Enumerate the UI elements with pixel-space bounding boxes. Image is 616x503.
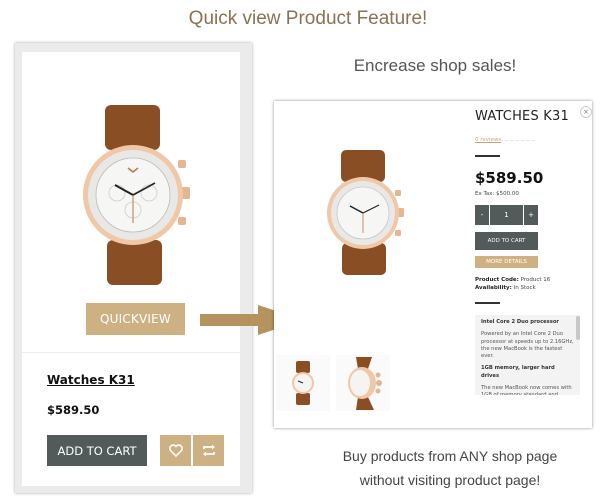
compare-button[interactable] <box>193 435 224 466</box>
quickview-price: $589.50 <box>475 169 544 187</box>
quickview-add-to-cart-button[interactable]: ADD TO CART <box>475 232 538 250</box>
watch-side-thumb <box>348 357 382 410</box>
product-price: $589.50 <box>47 403 100 417</box>
product-code-label: Product Code: <box>475 277 519 283</box>
quantity-increase-button[interactable]: + <box>524 205 538 225</box>
footer-line-2: without visiting product page! <box>359 472 541 488</box>
close-icon[interactable]: × <box>580 106 592 118</box>
page-headline: Quick view Product Feature! <box>188 8 428 29</box>
reviews-divider <box>500 140 535 141</box>
description-paragraph: Powered by an Intel Core 2 Duo processor… <box>481 331 574 360</box>
more-details-button[interactable]: MORE DETAILS <box>475 256 538 268</box>
title-rule <box>475 155 500 157</box>
card-divider <box>22 352 240 353</box>
meta-rule <box>475 302 500 304</box>
quickview-title: WATCHES K31 <box>475 109 569 124</box>
description-heading: Intel Core 2 Duo processor <box>481 319 559 325</box>
product-name-link[interactable]: Watches K31 <box>47 373 135 387</box>
watch-front-thumb <box>292 361 314 405</box>
description-panel[interactable]: Intel Core 2 Duo processor Powered by an… <box>475 315 580 395</box>
product-code-value: Product 16 <box>520 277 551 283</box>
compare-arrows-icon <box>202 444 215 457</box>
quickview-main-image <box>327 150 404 275</box>
description-heading: 1GB memory, larger hard drives <box>481 365 555 379</box>
thumbnail-side[interactable] <box>336 355 390 411</box>
quickview-button[interactable]: QUICKVIEW <box>86 303 185 335</box>
product-code: Product Code: Product 16 <box>475 277 550 283</box>
footer-caption: Buy products from ANY shop page without … <box>300 444 600 492</box>
thumbnail-front[interactable] <box>276 355 330 411</box>
quantity-decrease-button[interactable]: - <box>475 205 489 225</box>
availability-value: In Stock <box>513 285 536 291</box>
quantity-input[interactable] <box>490 205 523 225</box>
wishlist-button[interactable] <box>160 435 191 466</box>
ex-tax-label: Ex Tax: $500.00 <box>475 191 519 197</box>
add-to-cart-button[interactable]: ADD TO CART <box>47 435 147 466</box>
watch-front-icon <box>83 105 190 285</box>
reviews-link[interactable]: 0 reviews <box>475 137 501 143</box>
availability: Availability: In Stock <box>475 285 536 291</box>
heart-icon <box>168 444 183 457</box>
subheadline: Encrease shop sales! <box>353 56 517 75</box>
description-paragraph: The new MacBook now comes with 1GB of me… <box>481 385 572 395</box>
availability-label: Availability: <box>475 285 512 291</box>
description-scrollbar[interactable] <box>576 316 580 340</box>
footer-line-1: Buy products from ANY shop page <box>342 448 558 464</box>
